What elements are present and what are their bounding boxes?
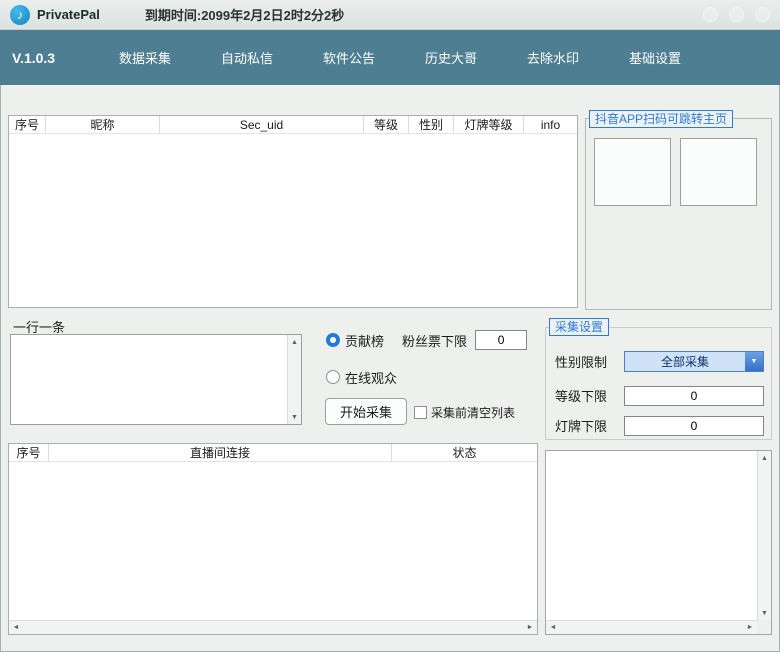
minimize-button[interactable] [703, 7, 718, 22]
log-hscrollbar[interactable]: ◄ ► [546, 620, 757, 634]
level-limit-label: 等级下限 [555, 386, 619, 405]
contribution-radio-label: 贡献榜 [345, 331, 384, 350]
online-audience-radio[interactable] [326, 370, 340, 384]
nav-bar: V.1.0.3 数据采集 自动私信 软件公告 历史大哥 去除水印 基础设置 [0, 30, 780, 85]
user-table-col-badge-level: 灯牌等级 [454, 116, 524, 133]
gender-limit-value: 全部采集 [625, 353, 745, 370]
scrollbar-corner [757, 620, 771, 634]
live-table-hscrollbar[interactable]: ◄ ► [9, 620, 537, 634]
scrollbar-track[interactable] [23, 621, 523, 634]
chevron-down-icon[interactable]: ▼ [745, 352, 763, 371]
lines-input[interactable]: ▲ ▼ [10, 334, 302, 425]
start-collection-button[interactable]: 开始采集 [325, 398, 407, 425]
maximize-button[interactable] [729, 7, 744, 22]
gender-limit-row: 性别限制 全部采集 ▼ [555, 351, 764, 372]
fan-ticket-limit-input[interactable] [475, 330, 527, 350]
user-table-col-index: 序号 [9, 116, 46, 133]
nav-item-auto-message[interactable]: 自动私信 [220, 48, 274, 67]
qr-code-placeholder-2 [680, 138, 757, 206]
scroll-right-icon[interactable]: ► [743, 621, 757, 635]
nav-item-announcement[interactable]: 软件公告 [322, 48, 376, 67]
scroll-down-icon[interactable]: ▼ [288, 410, 302, 424]
close-button[interactable] [755, 7, 770, 22]
live-table-col-index: 序号 [9, 444, 49, 461]
scroll-up-icon[interactable]: ▲ [758, 451, 772, 465]
qr-panel [585, 118, 772, 310]
scroll-down-icon[interactable]: ▼ [758, 606, 772, 620]
scroll-right-icon[interactable]: ► [523, 621, 537, 635]
nav-item-data-collection[interactable]: 数据采集 [118, 48, 172, 67]
scroll-left-icon[interactable]: ◄ [546, 621, 560, 635]
expiry-time-text: 到期时间:2099年2月2日2时2分2秒 [145, 5, 344, 24]
gender-limit-combobox[interactable]: 全部采集 ▼ [624, 351, 764, 372]
badge-limit-input[interactable] [624, 416, 764, 436]
level-limit-input[interactable] [624, 386, 764, 406]
scrollbar-track[interactable] [288, 349, 301, 410]
user-table-col-secuid: Sec_uid [160, 116, 364, 133]
gender-limit-label: 性别限制 [555, 352, 619, 371]
user-table: 序号 昵称 Sec_uid 等级 性别 灯牌等级 info [8, 115, 578, 308]
music-note-icon: ♪ [17, 8, 23, 22]
online-audience-radio-row: 在线观众 [326, 366, 397, 388]
qr-code-placeholder-1 [594, 138, 671, 206]
app-logo-icon: ♪ [10, 5, 30, 25]
online-audience-radio-label: 在线观众 [345, 368, 397, 387]
live-table-col-status: 状态 [392, 444, 537, 461]
clear-before-checkbox[interactable] [414, 406, 427, 419]
user-table-col-gender: 性别 [409, 116, 454, 133]
scrollbar-track[interactable] [758, 465, 771, 606]
live-room-table: 序号 直播间连接 状态 ◄ ► [8, 443, 538, 635]
window-controls [703, 7, 770, 22]
version-label: V.1.0.3 [12, 50, 118, 66]
qr-panel-title: 抖音APP扫码可跳转主页 [589, 110, 733, 128]
level-limit-row: 等级下限 [555, 385, 764, 406]
contribution-radio-row: 贡献榜 粉丝票下限 [326, 329, 527, 351]
titlebar: ♪ PrivatePal 到期时间:2099年2月2日2时2分2秒 [0, 0, 780, 30]
user-table-col-nickname: 昵称 [46, 116, 160, 133]
fan-ticket-limit-label: 粉丝票下限 [402, 331, 467, 350]
lines-input-content[interactable] [13, 337, 285, 422]
clear-before-row: 采集前清空列表 [414, 404, 515, 421]
scrollbar-track[interactable] [560, 621, 743, 634]
user-table-header: 序号 昵称 Sec_uid 等级 性别 灯牌等级 info [9, 116, 577, 134]
log-output-box[interactable]: ▲ ▼ ◄ ► [545, 450, 772, 635]
user-table-col-level: 等级 [364, 116, 409, 133]
live-room-table-header: 序号 直播间连接 状态 [9, 444, 537, 462]
nav-item-remove-watermark[interactable]: 去除水印 [526, 48, 580, 67]
clear-before-label: 采集前清空列表 [431, 404, 515, 421]
nav-item-history[interactable]: 历史大哥 [424, 48, 478, 67]
scroll-left-icon[interactable]: ◄ [9, 621, 23, 635]
settings-group-title: 采集设置 [549, 318, 609, 336]
badge-limit-label: 灯牌下限 [555, 416, 619, 435]
live-table-col-link: 直播间连接 [49, 444, 392, 461]
nav-item-basic-settings[interactable]: 基础设置 [628, 48, 682, 67]
user-table-col-info: info [524, 116, 577, 133]
contribution-radio[interactable] [326, 333, 340, 347]
badge-limit-row: 灯牌下限 [555, 415, 764, 436]
nav-menu: 数据采集 自动私信 软件公告 历史大哥 去除水印 基础设置 [118, 48, 682, 67]
app-title: PrivatePal [37, 7, 100, 22]
lines-input-vscrollbar[interactable]: ▲ ▼ [287, 335, 301, 424]
scroll-up-icon[interactable]: ▲ [288, 335, 302, 349]
log-vscrollbar[interactable]: ▲ ▼ [757, 451, 771, 620]
